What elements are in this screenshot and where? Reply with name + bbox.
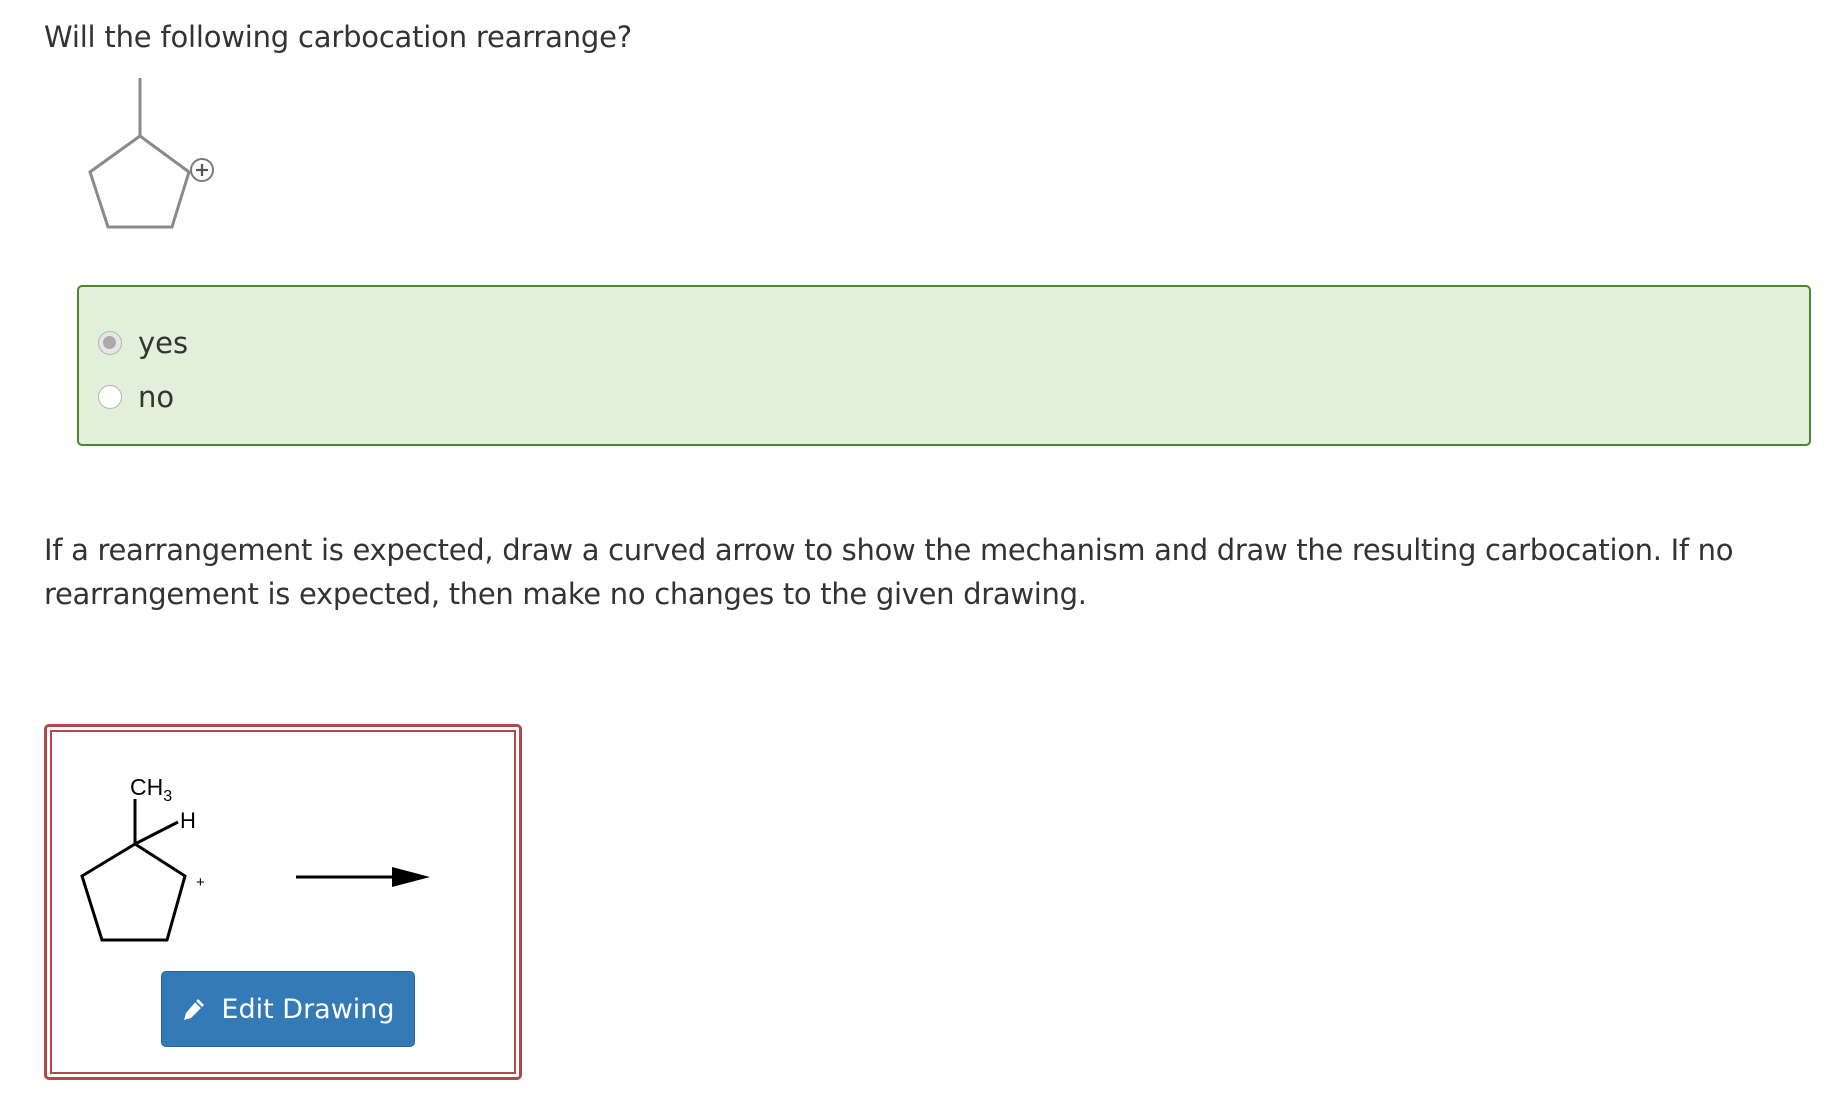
pencil-icon	[184, 999, 205, 1020]
radio-yes[interactable]	[98, 331, 122, 355]
edit-drawing-button[interactable]: Edit Drawing	[161, 971, 415, 1047]
instructions-text: If a rearrangement is expected, draw a c…	[44, 533, 1734, 611]
choice-no[interactable]: no	[98, 377, 174, 417]
choice-yes[interactable]: yes	[98, 323, 188, 363]
hydrogen-label: H	[180, 808, 196, 833]
choice-no-label: no	[138, 380, 175, 414]
positive-charge-icon	[190, 158, 214, 182]
edit-drawing-label: Edit Drawing	[221, 993, 395, 1025]
radio-no[interactable]	[98, 385, 122, 409]
drawing-area[interactable]: CH3 H + Edit Drawing	[44, 724, 522, 1080]
reaction-arrow-head	[392, 867, 430, 887]
drawing-canvas-frame: CH3 H + Edit Drawing	[50, 730, 516, 1074]
hydrogen-bond	[134, 820, 179, 846]
question-text: Will the following carbocation rearrange…	[44, 20, 632, 54]
charge-label: +	[196, 874, 205, 891]
cyclopentane-ring	[80, 842, 187, 942]
choice-yes-label: yes	[138, 326, 189, 360]
answer-choices: yes no	[77, 285, 1811, 446]
cyclopentane-ring	[88, 134, 191, 229]
carbocation-structure	[88, 78, 214, 229]
